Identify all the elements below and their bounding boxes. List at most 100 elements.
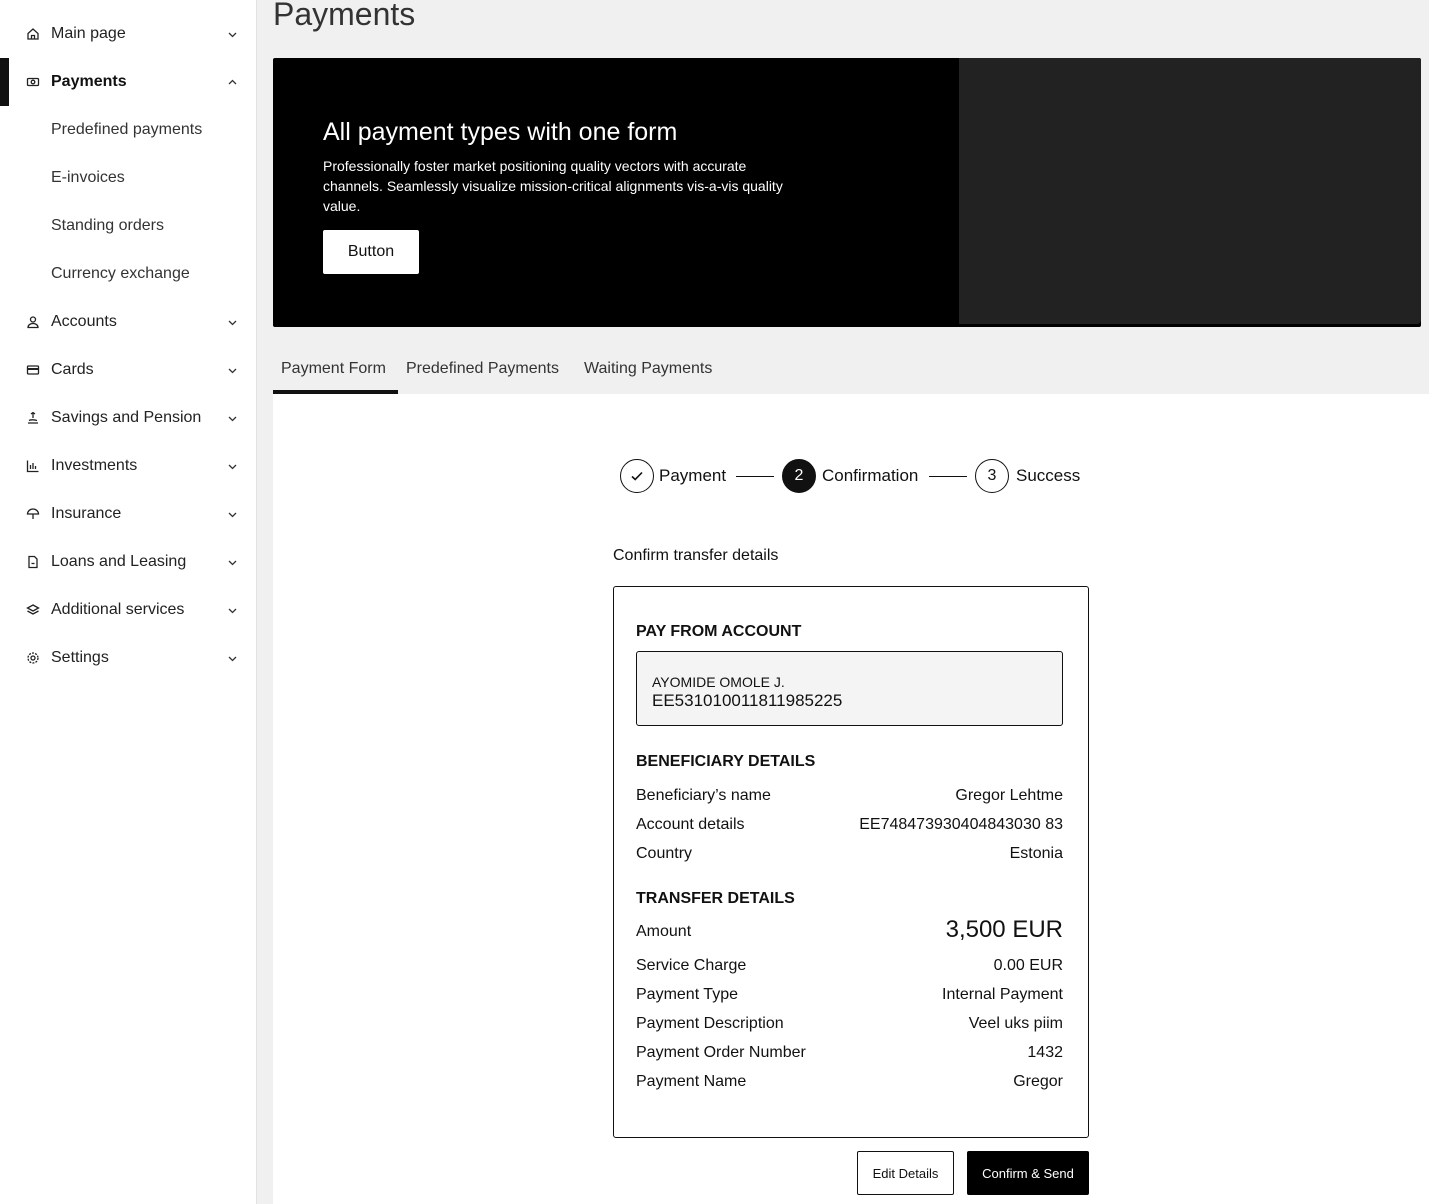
sidebar-item-label: Accounts	[51, 313, 117, 330]
detail-label: Payment Order Number	[636, 1044, 806, 1061]
savings-icon	[26, 411, 40, 425]
gear-icon	[26, 651, 40, 665]
tab-waiting-payments[interactable]: Waiting Payments	[576, 350, 726, 394]
sidebar-item-investments[interactable]: Investments	[0, 442, 257, 490]
hero-title: All payment types with one form	[323, 118, 678, 146]
sidebar-subitem-predefined-payments[interactable]: Predefined payments	[51, 121, 202, 139]
tab-label: Predefined Payments	[406, 360, 559, 377]
step-label-payment: Payment	[659, 466, 727, 485]
sidebar-item-label: Additional services	[51, 601, 185, 618]
layers-icon	[26, 603, 40, 617]
sidebar-item-loans-and-leasing[interactable]: Loans and Leasing	[0, 538, 257, 586]
payments-icon	[26, 75, 40, 89]
page-title: Payments	[273, 0, 416, 32]
amount-label: Amount	[636, 923, 692, 940]
detail-row: Payment Description Veel uks piim	[636, 1015, 1063, 1037]
tab-label: Payment Form	[281, 360, 386, 377]
pay-from-title: PAY FROM ACCOUNT	[636, 623, 802, 640]
card-icon	[26, 363, 40, 377]
home-icon	[26, 27, 40, 41]
chart-icon	[26, 459, 40, 473]
confirm-send-button[interactable]: Confirm & Send	[967, 1151, 1089, 1195]
transfer-details-card: PAY FROM ACCOUNT AYOMIDE OMOLE J. EE5310…	[613, 586, 1089, 1138]
detail-value: 1432	[1027, 1044, 1063, 1061]
detail-value: EE748473930404843030 83	[859, 816, 1063, 833]
tab-label: Waiting Payments	[584, 360, 713, 377]
detail-value: Veel uks piim	[968, 1015, 1063, 1032]
sidebar-subitem-e-invoices[interactable]: E-invoices	[51, 169, 125, 187]
sidebar-item-cards[interactable]: Cards	[0, 346, 257, 394]
sidebar-item-label: Insurance	[51, 505, 122, 522]
step-completed-circle	[620, 459, 654, 493]
chevron-down-icon	[228, 416, 237, 422]
sidebar-subitem-standing-orders[interactable]: Standing orders	[51, 217, 164, 235]
amount-row: Amount 3,500 EUR	[636, 916, 1063, 955]
detail-label: Account details	[636, 816, 745, 833]
step-connector	[929, 476, 967, 477]
detail-label: Payment Name	[636, 1073, 747, 1090]
detail-label: Payment Description	[636, 1015, 784, 1032]
hero-image-placeholder	[959, 58, 1421, 324]
chevron-up-icon	[228, 79, 237, 85]
check-icon	[631, 471, 643, 481]
sidebar-item-additional-services[interactable]: Additional services	[0, 586, 257, 634]
chevron-down-icon	[228, 656, 237, 662]
sidebar-item-payments[interactable]: Payments	[0, 58, 257, 106]
detail-label: Beneficiary’s name	[636, 787, 771, 804]
step-upcoming-circle: 3	[975, 459, 1009, 493]
detail-label: Country	[636, 845, 693, 862]
chevron-down-icon	[228, 368, 237, 374]
step-current-circle: 2	[782, 459, 816, 493]
detail-label: Service Charge	[636, 957, 747, 974]
detail-value: Estonia	[1009, 845, 1063, 862]
edit-details-button[interactable]: Edit Details	[857, 1151, 954, 1195]
detail-value: 0.00 EUR	[993, 957, 1063, 974]
sidebar-item-accounts[interactable]: Accounts	[0, 298, 257, 346]
chevron-down-icon	[228, 464, 237, 470]
confirm-title: Confirm transfer details	[613, 547, 779, 564]
detail-value: Gregor Lehtme	[955, 787, 1063, 804]
sidebar-item-label: Savings and Pension	[51, 409, 202, 426]
step-label-success: Success	[1016, 466, 1081, 485]
beneficiary-title: BENEFICIARY DETAILS	[636, 753, 816, 770]
detail-row: Payment Name Gregor	[636, 1073, 1063, 1095]
sidebar-subitem-currency-exchange[interactable]: Currency exchange	[51, 265, 190, 283]
detail-row: Service Charge 0.00 EUR	[636, 957, 1063, 979]
sidebar: Main page Payments Predefined payments E…	[0, 0, 257, 1204]
sidebar-item-savings-and-pension[interactable]: Savings and Pension	[0, 394, 257, 442]
umbrella-icon	[26, 507, 40, 521]
account-holder-name: AYOMIDE OMOLE J.	[652, 674, 785, 690]
chevron-down-icon	[228, 320, 237, 326]
transfer-title: TRANSFER DETAILS	[636, 890, 795, 907]
sidebar-item-label: Main page	[51, 25, 126, 42]
sidebar-item-label: Cards	[51, 361, 94, 378]
chevron-down-icon	[228, 560, 237, 566]
user-icon	[26, 315, 40, 329]
step-label-confirmation: Confirmation	[822, 466, 919, 485]
sidebar-item-label: Loans and Leasing	[51, 553, 187, 570]
detail-row: Account details EE748473930404843030 83	[636, 816, 1063, 838]
detail-row: Payment Order Number 1432	[636, 1044, 1063, 1066]
pay-from-account-box: AYOMIDE OMOLE J. EE531010011811985225	[636, 651, 1063, 726]
tab-payment-form[interactable]: Payment Form	[273, 350, 398, 394]
detail-label: Payment Type	[636, 986, 738, 1003]
hero-banner: All payment types with one form Professi…	[273, 58, 1421, 327]
sidebar-item-label: Investments	[51, 457, 138, 474]
detail-row: Payment Type Internal Payment	[636, 986, 1063, 1008]
account-number: EE531010011811985225	[652, 691, 843, 710]
tab-predefined-payments[interactable]: Predefined Payments	[398, 350, 568, 394]
amount-value: 3,500 EUR	[945, 916, 1063, 943]
sidebar-item-insurance[interactable]: Insurance	[0, 490, 257, 538]
detail-value: Internal Payment	[942, 986, 1063, 1003]
chevron-down-icon	[228, 32, 237, 38]
sidebar-item-label: Settings	[51, 649, 109, 666]
detail-row: Beneficiary’s name Gregor Lehtme	[636, 787, 1063, 809]
sidebar-item-label: Payments	[51, 73, 127, 90]
chevron-down-icon	[228, 608, 237, 614]
document-icon	[26, 555, 40, 569]
hero-button[interactable]: Button	[323, 230, 419, 274]
step-connector	[736, 476, 774, 477]
sidebar-item-settings[interactable]: Settings	[0, 634, 257, 682]
sidebar-item-main-page[interactable]: Main page	[0, 10, 257, 58]
chevron-down-icon	[228, 512, 237, 518]
